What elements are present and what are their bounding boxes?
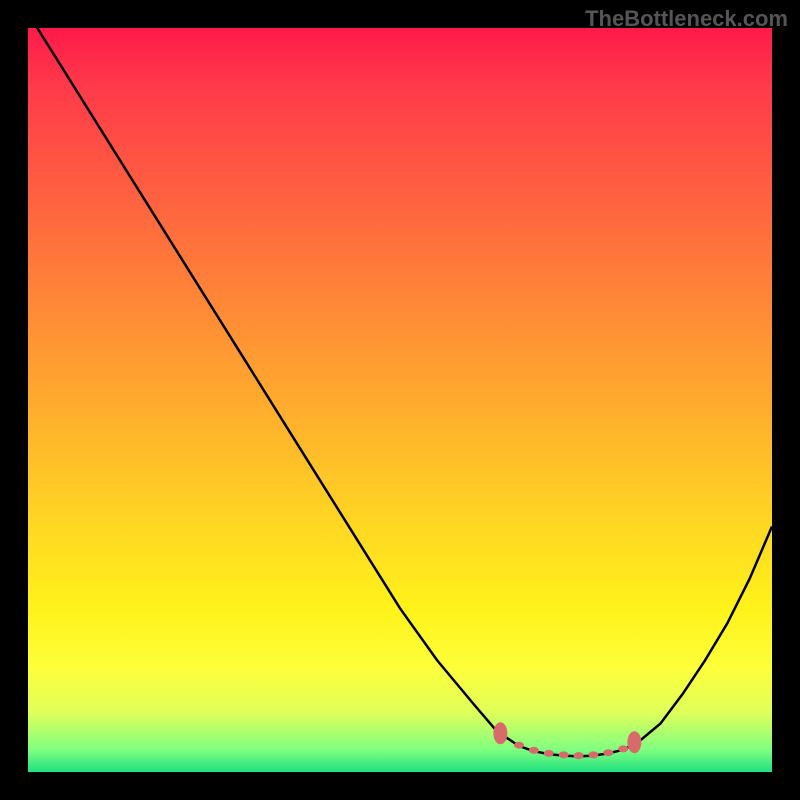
watermark-text: TheBottleneck.com	[585, 6, 788, 32]
bottleneck-curve-line	[28, 28, 772, 756]
marker-dot	[544, 750, 554, 757]
marker-dot	[514, 742, 524, 749]
highlighted-range-markers	[493, 722, 641, 759]
chart-svg	[28, 28, 772, 772]
marker-endpoint	[627, 731, 641, 753]
marker-dot	[588, 751, 598, 758]
marker-dot	[529, 747, 539, 754]
marker-dot	[559, 751, 569, 758]
chart-plot-area	[28, 28, 772, 772]
marker-dot	[574, 752, 584, 759]
marker-dot	[618, 745, 628, 752]
marker-dot	[603, 749, 613, 756]
marker-endpoint	[493, 722, 507, 744]
